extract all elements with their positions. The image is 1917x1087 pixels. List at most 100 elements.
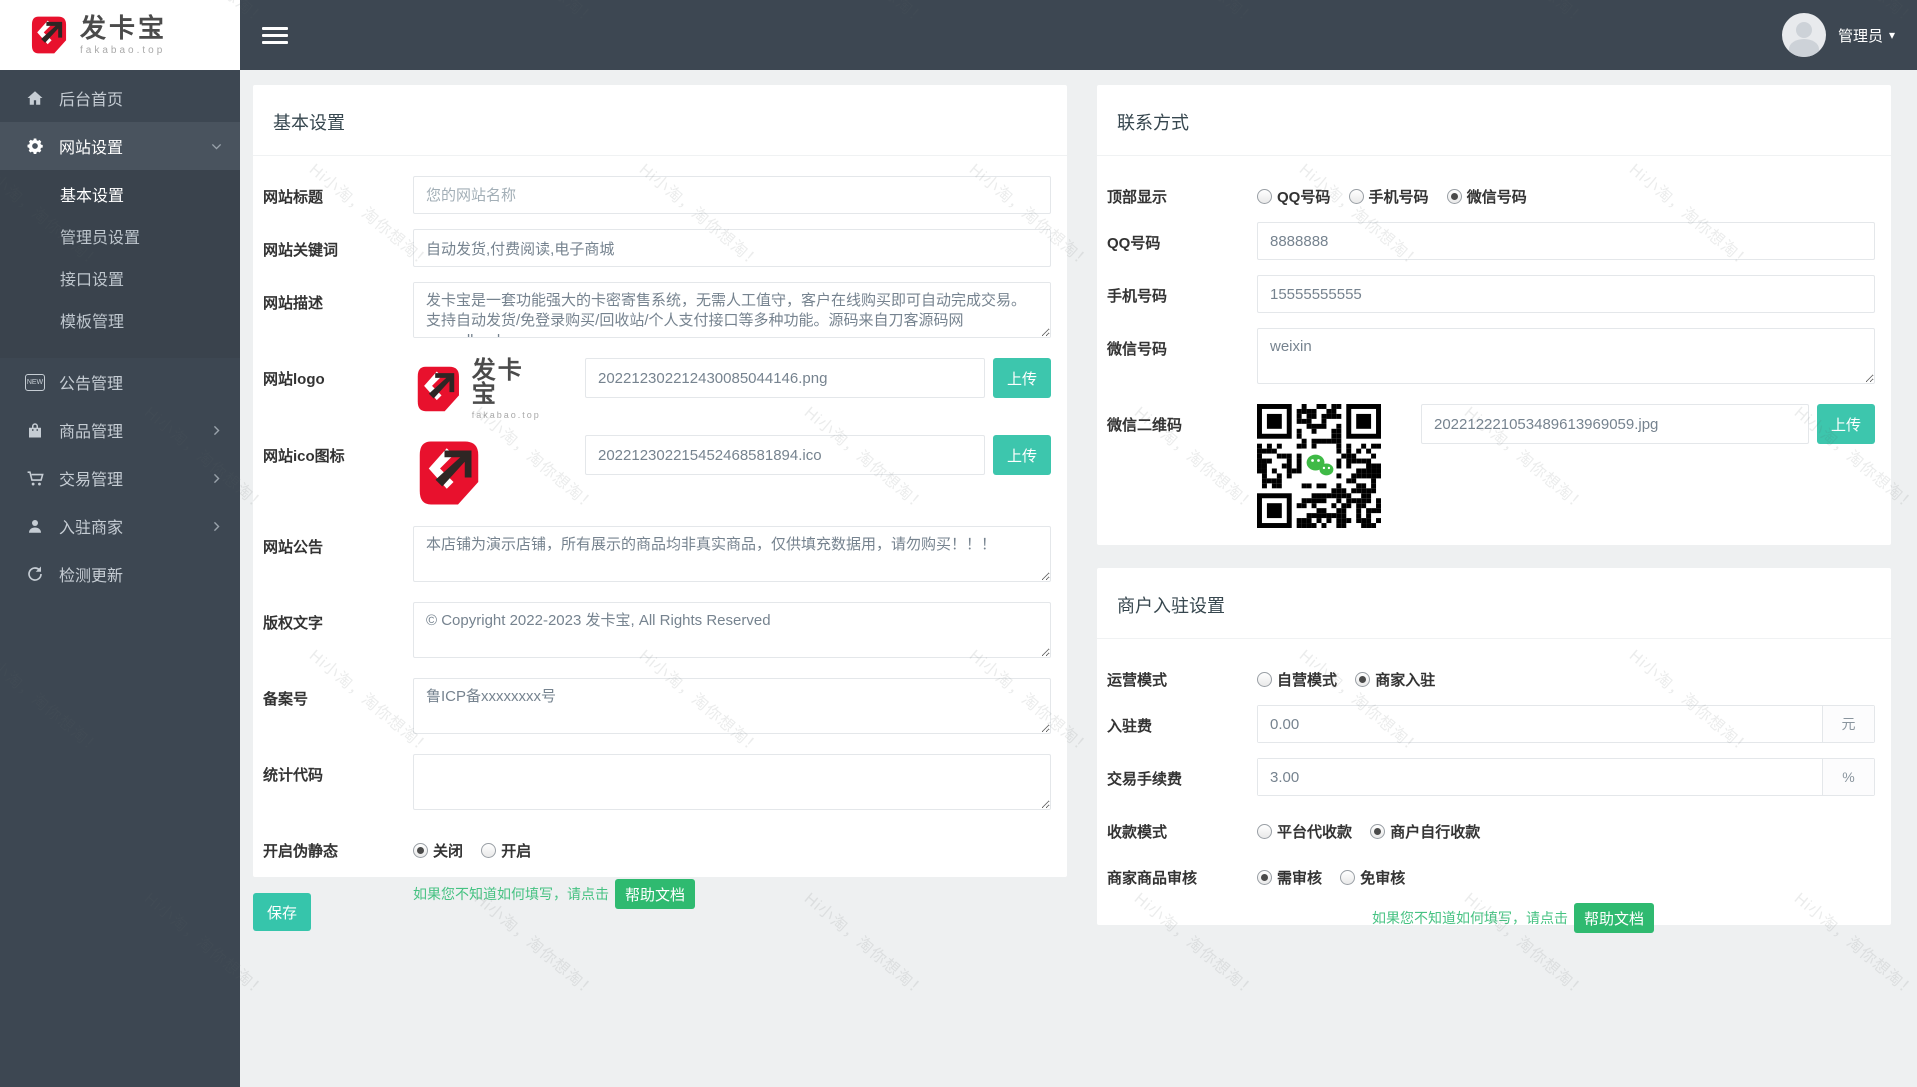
audit-label: 商家商品审核 <box>1107 870 1198 887</box>
top-display-label: 顶部显示 <box>1107 189 1168 206</box>
sidebar-item-products[interactable]: 商品管理 <box>0 406 240 454</box>
qq-input[interactable] <box>1257 222 1875 260</box>
home-icon <box>25 88 45 108</box>
sidebar-item-label: 网站设置 <box>59 140 124 157</box>
brand-logo[interactable]: 发卡宝 fakabao.top <box>0 0 240 70</box>
mode-merchant-radio[interactable] <box>1355 672 1371 687</box>
topbar: 管理员 ▾ <box>240 0 1917 70</box>
sidebar-item-merchants[interactable]: 入驻商家 <box>0 502 240 550</box>
top-display-qq-radio[interactable] <box>1257 189 1272 204</box>
rewrite-off-radio[interactable] <box>413 843 428 858</box>
copyright-label: 版权文字 <box>263 615 324 632</box>
contact-card: 联系方式 顶部显示 QQ号码 手机号码 微信号码 QQ号码 手机号码 <box>1097 85 1891 545</box>
qrcode-upload-button[interactable]: 上传 <box>1817 404 1875 444</box>
collection-mode-label: 收款模式 <box>1107 824 1168 841</box>
gear-icon <box>25 136 45 156</box>
copyright-textarea[interactable]: © Copyright 2022-2023 发卡宝, All Rights Re… <box>413 602 1051 658</box>
logo-filename-input[interactable] <box>585 358 985 398</box>
audit-required-radio[interactable] <box>1257 870 1272 885</box>
save-button[interactable]: 保存 <box>253 893 311 931</box>
merchant-help-text: 如果您不知道如何填写，请点击 <box>1372 910 1568 926</box>
cart-icon <box>25 468 45 488</box>
sidebar-item-announcements[interactable]: NEW 公告管理 <box>0 358 240 406</box>
basic-settings-card: 基本设置 网站标题 网站关键词 网站描述 发卡宝是一套功能强大的卡密寄售系统，无… <box>253 85 1067 909</box>
person-icon <box>25 516 45 536</box>
wechat-qrcode-image <box>1257 404 1381 528</box>
brand-domain: fakabao.top <box>80 44 166 56</box>
sidebar-item-check-update[interactable]: 检测更新 <box>0 550 240 598</box>
icp-label: 备案号 <box>263 691 309 708</box>
audit-free-radio[interactable] <box>1340 870 1356 885</box>
basic-help-text: 如果您不知道如何填写，请点击 <box>413 886 609 902</box>
user-name: 管理员 <box>1837 27 1883 45</box>
merchant-settings-card: 商户入驻设置 运营模式 自营模式 商家入驻 入驻费 元 <box>1097 568 1891 933</box>
ico-upload-button[interactable]: 上传 <box>993 435 1051 475</box>
collection-merchant-radio[interactable] <box>1370 824 1386 839</box>
chevron-right-icon <box>211 521 222 532</box>
logo-upload-button[interactable]: 上传 <box>993 358 1051 398</box>
entry-fee-label: 入驻费 <box>1107 718 1153 735</box>
merchant-help-doc-button[interactable]: 帮助文档 <box>1574 903 1655 933</box>
wechat-label: 微信号码 <box>1107 341 1168 358</box>
sidebar-subitem-basic-settings[interactable]: 基本设置 <box>0 176 240 218</box>
site-settings-submenu: 基本设置 管理员设置 接口设置 模板管理 <box>0 170 240 358</box>
shopping-bag-icon <box>25 420 45 440</box>
basic-settings-title: 基本设置 <box>273 113 345 133</box>
sidebar-subitem-template-manage[interactable]: 模板管理 <box>0 302 240 344</box>
sidebar-item-trades[interactable]: 交易管理 <box>0 454 240 502</box>
top-display-wechat-radio[interactable] <box>1446 189 1462 204</box>
notice-label: 网站公告 <box>263 539 324 556</box>
sidebar-item-label: 公告管理 <box>59 376 124 393</box>
contact-title: 联系方式 <box>1117 113 1189 133</box>
keywords-label: 网站关键词 <box>263 242 339 259</box>
sidebar-item-label: 交易管理 <box>59 472 124 489</box>
sidebar-subitem-api-settings[interactable]: 接口设置 <box>0 260 240 302</box>
chevron-down-icon <box>211 141 222 152</box>
sidebar-item-label: 检测更新 <box>59 568 124 585</box>
sidebar-item-label: 后台首页 <box>59 92 124 109</box>
qq-label: QQ号码 <box>1107 235 1161 252</box>
sidebar-menu: 后台首页 网站设置 基本设置 管理员设置 接口设置 模板管理 NEW 公告管理 <box>0 70 240 598</box>
sidebar-subitem-admin-settings[interactable]: 管理员设置 <box>0 218 240 260</box>
avatar <box>1781 13 1826 57</box>
refresh-icon <box>25 564 45 584</box>
stats-code-textarea[interactable] <box>413 754 1051 810</box>
site-title-label: 网站标题 <box>263 189 324 206</box>
site-title-input[interactable] <box>413 176 1051 214</box>
wechat-textarea[interactable]: weixin <box>1257 328 1875 384</box>
collection-platform-radio[interactable] <box>1257 824 1272 839</box>
phone-input[interactable] <box>1257 275 1875 313</box>
basic-help-doc-button[interactable]: 帮助文档 <box>615 879 696 909</box>
description-textarea[interactable]: 发卡宝是一套功能强大的卡密寄售系统，无需人工值守，客户在线购买即可自动完成交易。… <box>413 282 1051 338</box>
rewrite-on-radio[interactable] <box>481 843 497 858</box>
sidebar-item-label: 商品管理 <box>59 424 124 441</box>
icp-textarea[interactable]: 鲁ICP备xxxxxxxx号 <box>413 678 1051 734</box>
sidebar-item-dashboard[interactable]: 后台首页 <box>0 74 240 122</box>
mode-self-radio[interactable] <box>1257 672 1272 687</box>
wechat-qrcode-label: 微信二维码 <box>1107 417 1183 434</box>
stats-code-label: 统计代码 <box>263 767 324 784</box>
qrcode-filename-input[interactable] <box>1421 404 1809 444</box>
keywords-input[interactable] <box>413 229 1051 267</box>
commission-input[interactable] <box>1258 759 1822 795</box>
sidebar-item-site-settings[interactable]: 网站设置 <box>0 122 240 170</box>
notice-textarea[interactable]: 本店铺为演示店铺，所有展示的商品均非真实商品，仅供填充数据用，请勿购买！！！ <box>413 526 1051 582</box>
ico-filename-input[interactable] <box>585 435 985 475</box>
new-badge-icon: NEW <box>25 372 45 392</box>
phone-label: 手机号码 <box>1107 288 1168 305</box>
logo-label: 网站logo <box>263 371 325 388</box>
chevron-right-icon <box>211 425 222 436</box>
caret-down-icon: ▾ <box>1888 28 1895 42</box>
user-menu[interactable]: 管理员 ▾ <box>1781 13 1895 57</box>
sidebar-item-label: 入驻商家 <box>59 520 124 537</box>
rewrite-label: 开启伪静态 <box>263 843 339 860</box>
top-display-phone-radio[interactable] <box>1348 189 1364 204</box>
mode-label: 运营模式 <box>1107 672 1168 689</box>
brand-logo-icon <box>28 14 70 56</box>
entry-fee-input[interactable] <box>1258 706 1822 742</box>
admin-app: 发卡宝 fakabao.top 后台首页 网站设置 基本设置 管理员设置 接口设… <box>0 0 1917 1087</box>
site-logo-preview: 发卡宝 fakabao.top <box>413 358 545 420</box>
commission-unit: % <box>1822 759 1874 795</box>
hamburger-menu-icon[interactable] <box>262 23 288 48</box>
description-label: 网站描述 <box>263 295 324 312</box>
